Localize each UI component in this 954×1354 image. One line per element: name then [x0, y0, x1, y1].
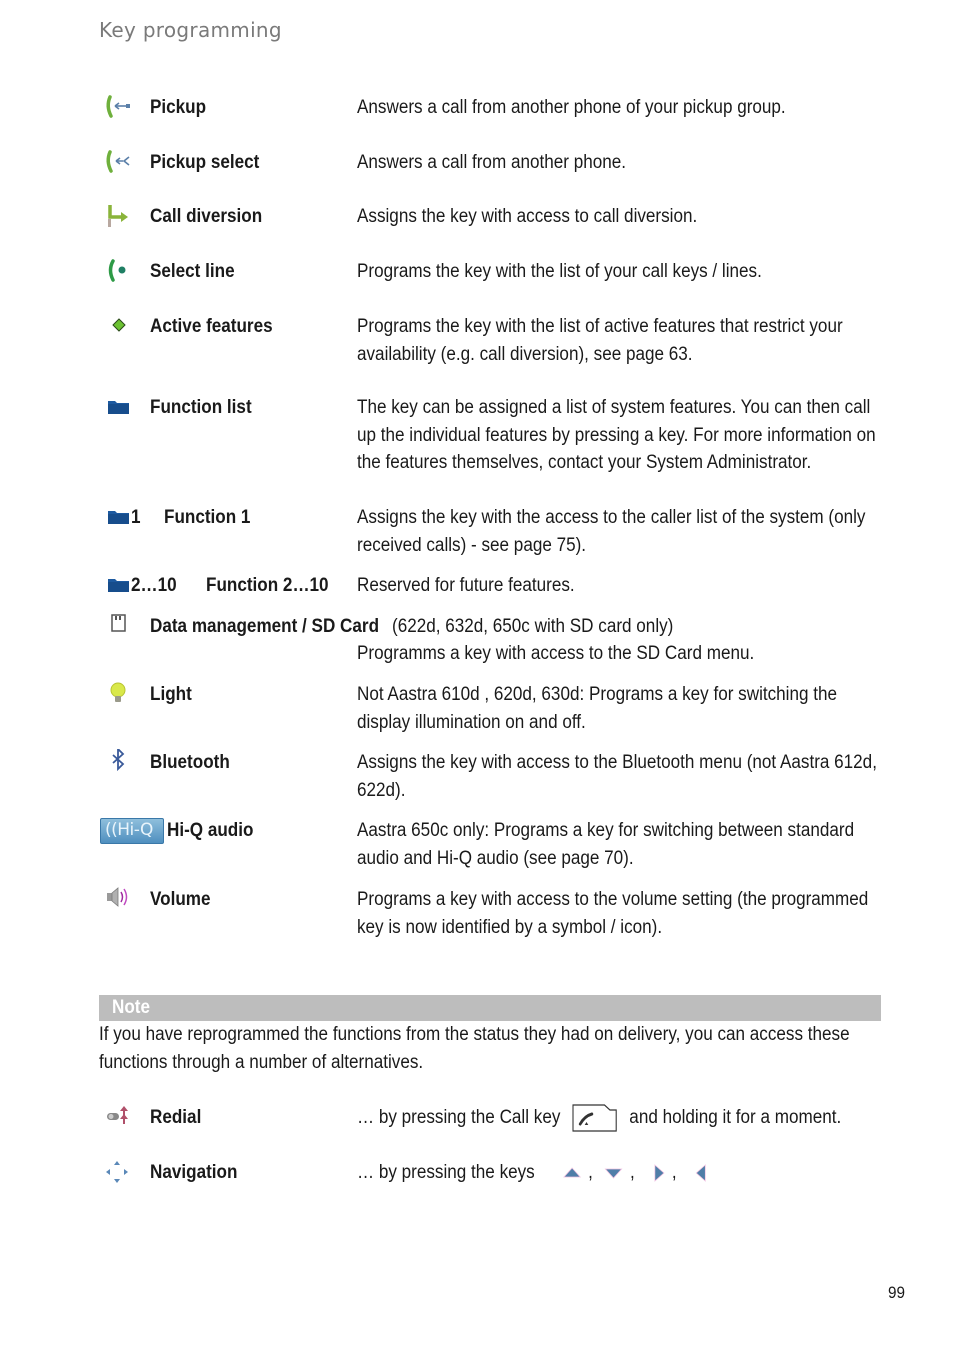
- feature-label: Bluetooth: [150, 752, 230, 773]
- feature-label: Pickup: [150, 97, 207, 118]
- call-diversion-icon: [104, 203, 134, 229]
- feature-label: Function 1: [164, 507, 251, 528]
- bluetooth-icon: [104, 749, 134, 775]
- feature-description: The key can be assigned a list of system…: [357, 397, 876, 473]
- feature-description: Programs a key with access to the volume…: [357, 889, 869, 938]
- note-banner: Note: [99, 995, 881, 1021]
- key-separator: ,: [588, 1162, 593, 1183]
- feature-description: Answers a call from another phone of you…: [357, 97, 786, 118]
- feature-availability-note: (622d, 632d, 650c with SD card only): [392, 616, 674, 637]
- feature-label: Call diversion: [150, 206, 263, 227]
- alternative-label: Navigation: [150, 1162, 238, 1183]
- feature-description: Programs the key with the list of your c…: [357, 261, 762, 282]
- down-arrow-key-icon: [603, 1165, 625, 1181]
- feature-label: Pickup select: [150, 152, 260, 173]
- function-number: 2…10: [131, 575, 177, 596]
- navigation-icon: [104, 1159, 134, 1185]
- volume-icon: [104, 886, 134, 912]
- feature-label: Volume: [150, 889, 211, 910]
- feature-label: Active features: [150, 316, 273, 337]
- feature-label: Data management / SD Card: [150, 616, 380, 637]
- note-title: Note: [112, 997, 151, 1018]
- note-text: If you have reprogrammed the functions f…: [99, 1024, 850, 1073]
- sd-card-icon: [104, 613, 134, 639]
- left-arrow-key-icon: [694, 1163, 708, 1183]
- select-line-icon: [104, 258, 134, 284]
- alternative-label: Redial: [150, 1107, 202, 1128]
- feature-label: Select line: [150, 261, 235, 282]
- description-before: … by pressing the keys: [357, 1162, 535, 1183]
- feature-description: Reserved for future features.: [357, 575, 575, 596]
- feature-description: Assigns the key with access to the Bluet…: [357, 752, 877, 801]
- feature-description: Aastra 650c only: Programs a key for swi…: [357, 820, 855, 869]
- description-before: … by pressing the Call key: [357, 1107, 561, 1129]
- hiq-icon-text: ((Hi-Q: [105, 820, 153, 840]
- active-features-icon: [104, 313, 134, 339]
- feature-description: Assigns the key with the access to the c…: [357, 507, 866, 556]
- folder-icon: [104, 394, 134, 420]
- feature-description: Programms a key with access to the SD Ca…: [357, 643, 755, 664]
- page-header-title: Key programming: [99, 18, 282, 42]
- feature-label: Function list: [150, 397, 252, 418]
- pickup-select-icon: [104, 149, 134, 175]
- light-bulb-icon: [104, 681, 134, 707]
- description-after: and holding it for a moment.: [629, 1107, 842, 1129]
- key-separator: ,: [671, 1162, 677, 1183]
- pickup-icon: [104, 94, 134, 120]
- function-number: 1: [131, 507, 141, 528]
- redial-icon: [104, 1104, 134, 1130]
- feature-label: Function 2…10: [206, 575, 329, 596]
- key-separator: ,: [629, 1162, 635, 1183]
- feature-description: Answers a call from another phone.: [357, 152, 627, 173]
- feature-description: Programs the key with the list of active…: [357, 316, 843, 365]
- page-number: 99: [888, 1283, 906, 1302]
- folder-icon: [104, 504, 134, 530]
- right-arrow-key-icon: [652, 1163, 666, 1183]
- feature-label: Light: [150, 684, 192, 705]
- feature-label: Hi-Q audio: [167, 820, 254, 841]
- hiq-audio-icon: ((Hi-Q: [100, 818, 164, 844]
- up-arrow-key-icon: [561, 1165, 583, 1181]
- feature-description: Not Aastra 610d , 620d, 630d: Programs a…: [357, 684, 838, 733]
- feature-description: Assigns the key with access to call dive…: [357, 206, 698, 227]
- alternative-description: … by pressing the keys , , ,: [357, 1159, 915, 1187]
- folder-icon: [104, 572, 134, 598]
- call-key-icon: [572, 1104, 617, 1132]
- alternative-description: … by pressing the Call key and holding i…: [357, 1104, 915, 1132]
